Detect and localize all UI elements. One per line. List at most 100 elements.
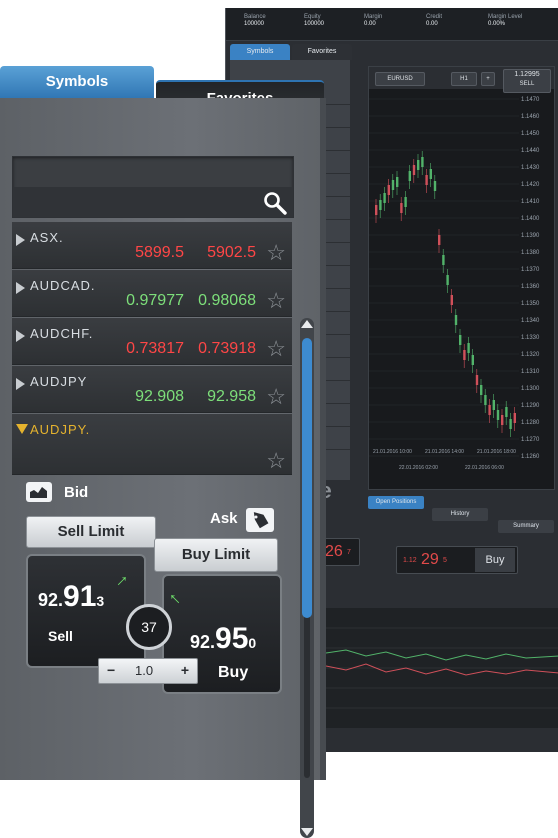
symbol-row-audjpy[interactable]: AUDJPY 92.908 92.958 ☆ bbox=[12, 366, 292, 413]
candle-body bbox=[488, 405, 491, 415]
ask-price: 92.958 bbox=[207, 388, 256, 405]
ask-label: Ask bbox=[210, 510, 238, 527]
scroll-thumb[interactable] bbox=[302, 338, 312, 618]
chart-toolbar: EURUSD H1 + 1.12995 SELL bbox=[369, 67, 554, 93]
back-tab-favorites[interactable]: Favorites bbox=[292, 44, 352, 60]
credit-info: Credit 0.00 bbox=[426, 14, 443, 27]
back-tabs: Symbols Favorites bbox=[230, 44, 352, 60]
y-tick-label: 1.1420 bbox=[521, 182, 540, 188]
tab-open-positions[interactable]: Open Positions bbox=[368, 496, 424, 509]
scrollbar[interactable] bbox=[300, 318, 314, 838]
expand-arrow-icon[interactable] bbox=[16, 330, 25, 342]
symbol-name: AUDCHF. bbox=[30, 326, 94, 341]
candle-body bbox=[391, 180, 395, 190]
candle-body bbox=[412, 165, 416, 175]
expand-arrow-icon[interactable] bbox=[16, 234, 25, 246]
chart-timeframe-select[interactable]: H1 bbox=[451, 72, 477, 86]
tab-history[interactable]: History bbox=[432, 508, 488, 521]
search-icon[interactable] bbox=[263, 191, 287, 215]
candle-body bbox=[421, 157, 424, 167]
y-tick-label: 1.1380 bbox=[521, 250, 540, 256]
symbol-name: AUDJPY bbox=[30, 374, 88, 389]
y-tick-label: 1.1350 bbox=[521, 301, 540, 307]
candle-body bbox=[463, 350, 466, 360]
y-tick-label: 1.1450 bbox=[521, 131, 540, 137]
candle-body bbox=[425, 175, 428, 185]
favorite-star-icon[interactable]: ☆ bbox=[266, 384, 286, 410]
symbol-row-audcad[interactable]: AUDCAD. 0.97977 0.98068 ☆ bbox=[12, 270, 292, 317]
candle-body bbox=[480, 385, 483, 395]
up-arrow-icon: ↑ bbox=[163, 587, 185, 609]
candle-body bbox=[400, 203, 403, 213]
y-tick-label: 1.1310 bbox=[521, 369, 540, 375]
tag-icon[interactable] bbox=[246, 508, 274, 532]
candle-body bbox=[442, 255, 445, 265]
x-tick-label: 21.01.2016 14:00 bbox=[425, 449, 464, 455]
candle-body bbox=[379, 200, 382, 210]
bid-price: 92.908 bbox=[135, 388, 184, 405]
buy-limit-button[interactable]: Buy Limit bbox=[154, 538, 278, 572]
x-tick-label: 21.01.2016 10:00 bbox=[373, 449, 412, 455]
candle-body bbox=[446, 275, 449, 285]
y-tick-label: 1.1300 bbox=[521, 386, 540, 392]
margin-level-info: Margin Level 0.00% bbox=[488, 14, 523, 27]
decrease-button[interactable]: − bbox=[107, 662, 115, 678]
chart-symbol-select[interactable]: EURUSD bbox=[375, 72, 425, 86]
symbol-row-audchf[interactable]: AUDCHF. 0.73817 0.73918 ☆ bbox=[12, 318, 292, 365]
y-tick-label: 1.1370 bbox=[521, 267, 540, 273]
sell-limit-button[interactable]: Sell Limit bbox=[26, 516, 156, 548]
y-tick-label: 1.1270 bbox=[521, 437, 540, 443]
candle-body bbox=[438, 235, 441, 245]
y-tick-label: 1.1470 bbox=[521, 97, 540, 103]
balance-info: Balance 100000 bbox=[244, 14, 266, 27]
candle-body bbox=[417, 160, 420, 170]
favorite-star-icon[interactable]: ☆ bbox=[266, 336, 286, 362]
collapse-arrow-icon[interactable] bbox=[16, 424, 28, 434]
scroll-up-icon[interactable] bbox=[301, 320, 313, 328]
tab-summary[interactable]: Summary bbox=[498, 520, 554, 533]
increase-button[interactable]: + bbox=[181, 662, 189, 678]
x-tick-label: 21.01.2016 18:00 bbox=[477, 449, 516, 455]
quantity-value[interactable]: 1.0 bbox=[135, 663, 153, 678]
x-tick-label: 22.01.2016 06:00 bbox=[465, 465, 504, 471]
crosshair-icon[interactable]: + bbox=[481, 72, 495, 86]
quantity-stepper[interactable]: − 1.0 + bbox=[98, 658, 198, 684]
candle-body bbox=[496, 410, 500, 420]
up-arrow-icon: ↑ bbox=[112, 569, 134, 591]
margin-info: Margin 0.00 bbox=[364, 14, 383, 27]
bid-price: 0.97977 bbox=[126, 292, 184, 309]
candle-body bbox=[429, 169, 432, 179]
symbol-row-asx[interactable]: ASX. 5899.5 5902.5 ☆ bbox=[12, 222, 292, 269]
favorite-star-icon[interactable]: ☆ bbox=[266, 240, 286, 266]
tab-symbols[interactable]: Symbols bbox=[0, 66, 154, 100]
y-tick-label: 1.1430 bbox=[521, 165, 540, 171]
favorite-star-icon[interactable]: ☆ bbox=[266, 288, 286, 314]
candle-body bbox=[505, 407, 508, 417]
candle-body bbox=[450, 295, 453, 305]
symbols-panel: Symbols Favorites ASX. 5899.5 5902.5 ☆ A… bbox=[0, 62, 330, 838]
y-tick-label: 1.1460 bbox=[521, 114, 540, 120]
chart-icon[interactable] bbox=[26, 482, 52, 502]
back-buy-button[interactable]: Buy bbox=[475, 548, 515, 572]
expand-arrow-icon[interactable] bbox=[16, 282, 25, 294]
price-chart[interactable]: EURUSD H1 + 1.12995 SELL 1.1470 1.1460 1.14… bbox=[368, 66, 555, 490]
ask-price: 0.73918 bbox=[198, 340, 256, 357]
expand-arrow-icon[interactable] bbox=[16, 378, 25, 390]
back-buy-price[interactable]: 1.12 29 5 Buy bbox=[396, 546, 518, 574]
back-tab-symbols[interactable]: Symbols bbox=[230, 44, 290, 60]
ask-price: 0.98068 bbox=[198, 292, 256, 309]
candle-body bbox=[433, 181, 437, 191]
candle-body bbox=[501, 415, 504, 425]
sell-button[interactable]: 92.913 Sell ↑ bbox=[26, 554, 146, 668]
bid-price: 0.73817 bbox=[126, 340, 184, 357]
candle-body bbox=[467, 343, 470, 353]
trade-panel: Bid Ask Sell Limit Buy Limit 92.913 Sell… bbox=[12, 438, 304, 758]
symbol-name: ASX. bbox=[30, 230, 64, 245]
y-tick-label: 1.1390 bbox=[521, 233, 540, 239]
equity-info: Equity 100000 bbox=[304, 14, 325, 27]
y-tick-label: 1.1280 bbox=[521, 420, 540, 426]
search-field[interactable] bbox=[12, 156, 294, 218]
symbol-name: AUDCAD. bbox=[30, 278, 96, 293]
scroll-down-icon[interactable] bbox=[301, 828, 313, 836]
y-tick-label: 1.1400 bbox=[521, 216, 540, 222]
